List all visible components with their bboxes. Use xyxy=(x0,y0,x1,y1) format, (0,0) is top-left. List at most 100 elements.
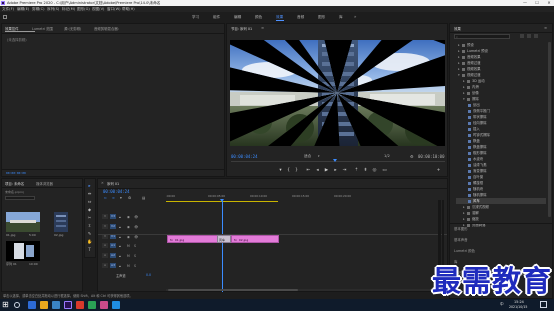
lift-icon[interactable]: ⇡ xyxy=(354,168,359,173)
track-target-label[interactable]: A2 xyxy=(110,253,116,258)
accelerated-effects-icon[interactable] xyxy=(520,34,524,38)
workspace-editing[interactable]: 编辑 xyxy=(234,15,241,20)
go-to-out-icon[interactable]: ⇥ xyxy=(342,168,347,173)
eye-icon[interactable]: 👁︎ xyxy=(134,235,138,239)
playhead-line[interactable] xyxy=(222,201,223,293)
mark-out-icon[interactable]: } xyxy=(294,168,299,173)
play-icon[interactable]: ▶ xyxy=(324,168,329,173)
timeline-ruler[interactable]: :00:00 00:00:05:00 00:00:10:00 00:00:15:… xyxy=(166,190,445,204)
taskbar-app-pink-icon[interactable] xyxy=(100,301,108,309)
eye-icon[interactable]: 👁︎ xyxy=(134,215,138,219)
program-menu-icon[interactable]: ≡ xyxy=(261,26,264,30)
go-to-in-icon[interactable]: ⇤ xyxy=(306,168,311,173)
lock-icon[interactable]: 🔒︎ xyxy=(119,225,121,229)
snap-icon[interactable]: ⊂ xyxy=(104,196,107,200)
effects-menu-icon[interactable]: ≡ xyxy=(544,26,547,30)
effects-scrollbar[interactable] xyxy=(548,42,551,217)
mute-button[interactable]: M xyxy=(127,264,130,268)
comparison-view-icon[interactable]: ▭ xyxy=(382,168,387,173)
track-target-label[interactable]: A3 xyxy=(110,263,116,268)
timeline-timecode[interactable]: 00:00:04:24 xyxy=(103,189,130,194)
program-scrubber-track[interactable] xyxy=(231,161,445,162)
add-marker-icon[interactable]: ▾ xyxy=(278,168,283,173)
taskbar-app-green-icon[interactable] xyxy=(88,301,96,309)
zoom-tool-icon[interactable]: ✋ xyxy=(87,239,92,244)
settings-wrench-icon[interactable]: ⚙ xyxy=(410,154,414,159)
slip-tool-icon[interactable]: ✂ xyxy=(87,215,92,220)
playhead-marker-icon[interactable] xyxy=(333,159,337,162)
mute-button[interactable]: M xyxy=(127,244,130,248)
taskbar-app-red-icon[interactable] xyxy=(76,301,84,309)
lock-icon[interactable]: 🔒︎ xyxy=(119,264,121,268)
track-target-label[interactable]: V3 xyxy=(110,214,116,219)
source-patch-toggle[interactable]: V xyxy=(102,214,108,219)
pen-tool-icon[interactable]: ⇳ xyxy=(87,223,92,228)
tab-project[interactable]: 项目: 未命名 xyxy=(5,181,24,186)
add-marker-icon[interactable]: ▾ xyxy=(120,196,122,200)
mute-button[interactable]: M xyxy=(127,254,130,258)
track-target-label[interactable]: V2 xyxy=(110,224,116,229)
project-item-thumb-1[interactable] xyxy=(6,212,40,232)
project-item-thumb-3[interactable] xyxy=(6,241,40,261)
razor-tool-icon[interactable]: ◆ xyxy=(87,207,92,212)
program-monitor-tab[interactable]: 节目: 序列 01 xyxy=(231,26,252,31)
lock-icon[interactable]: 🔒︎ xyxy=(119,235,121,239)
yuv-effects-icon[interactable] xyxy=(534,34,538,38)
taskbar-clock[interactable]: 15:24 xyxy=(514,300,524,304)
source-patch-toggle[interactable]: A xyxy=(102,253,108,258)
panel-essential-sound[interactable]: 基本声音 xyxy=(454,237,468,242)
track-select-tool-icon[interactable]: ⇹ xyxy=(87,191,92,196)
taskbar-app-premiere-icon[interactable] xyxy=(64,301,72,309)
type-tool-icon[interactable]: T xyxy=(87,247,92,252)
panel-lumetri-color[interactable]: Lumetri 颜色 xyxy=(454,248,475,253)
workspace-learn[interactable]: 学习 xyxy=(192,15,199,20)
tab-lumetri-scopes[interactable]: Lumetri 范围 xyxy=(32,26,53,31)
export-frame-icon[interactable]: ◎ xyxy=(372,168,377,173)
ripple-edit-tool-icon[interactable]: ⇔ xyxy=(87,199,92,204)
32bit-effects-icon[interactable] xyxy=(527,34,531,38)
solo-button[interactable]: S xyxy=(134,264,136,268)
timeline-clip-02[interactable]: fx 02.jpg xyxy=(231,235,279,243)
lock-icon[interactable]: 🔒︎ xyxy=(119,244,121,248)
more-workspaces-icon[interactable]: » xyxy=(354,14,356,19)
playback-resolution-select[interactable]: 1/2 xyxy=(384,154,390,158)
taskbar-date[interactable]: 2021/10/15 xyxy=(509,305,527,309)
solo-button[interactable]: S xyxy=(134,254,136,258)
taskbar-app-store-icon[interactable] xyxy=(52,301,60,309)
workspace-assembly[interactable]: 组件 xyxy=(213,15,220,20)
tab-media-browser[interactable]: 媒体浏览器 xyxy=(36,181,53,186)
zoom-fit-select[interactable]: 适合 xyxy=(304,154,311,159)
source-patch-toggle[interactable]: A xyxy=(102,243,108,248)
step-back-icon[interactable]: ◂ xyxy=(315,168,320,173)
linked-selection-icon[interactable]: ∞ xyxy=(112,196,115,200)
notification-center-icon[interactable] xyxy=(540,301,547,308)
program-timecode[interactable]: 00:00:04:24 xyxy=(231,154,258,159)
taskbar-search-icon[interactable] xyxy=(14,302,20,308)
master-volume-value[interactable]: 0.0 xyxy=(146,273,151,277)
toggle-output-icon[interactable]: ◉ xyxy=(127,235,130,239)
zoom-dropdown-icon[interactable]: ▾ xyxy=(318,154,320,158)
source-patch-toggle[interactable]: V xyxy=(102,224,108,229)
lock-icon[interactable]: 🔒︎ xyxy=(119,215,121,219)
hand-tool-icon[interactable]: ✎ xyxy=(87,231,92,236)
panel-essential-graphics[interactable]: 基本图形 xyxy=(454,226,468,231)
selection-tool-icon[interactable]: ▸ xyxy=(87,183,92,188)
timeline-clip-01[interactable]: fx 01.jpg xyxy=(167,235,223,243)
workspace-libraries[interactable]: 库 xyxy=(339,15,343,20)
eye-icon[interactable]: 👁︎ xyxy=(134,225,138,229)
toggle-output-icon[interactable]: ◉ xyxy=(127,225,130,229)
workspace-graphics[interactable]: 图形 xyxy=(318,15,325,20)
tab-audio-clip-mixer[interactable]: 音频剪辑混合器: xyxy=(94,26,119,31)
workspace-color[interactable]: 颜色 xyxy=(255,15,262,20)
timeline-settings-icon[interactable]: ⚙ xyxy=(128,196,131,200)
timeline-close-icon[interactable]: ✕ xyxy=(101,181,104,185)
tab-source[interactable]: 源:(无剪辑) xyxy=(64,26,81,31)
playhead-handle-icon[interactable] xyxy=(220,199,224,202)
lock-icon[interactable]: 🔒︎ xyxy=(119,254,121,258)
ime-indicator[interactable]: 中 xyxy=(500,302,504,307)
captions-icon[interactable]: ▤ xyxy=(142,196,145,200)
mark-in-icon[interactable]: { xyxy=(286,168,291,173)
extract-icon[interactable]: ⇞ xyxy=(363,168,368,173)
track-target-label[interactable]: A1 xyxy=(110,243,116,248)
taskbar-app-explorer-icon[interactable] xyxy=(40,301,48,309)
